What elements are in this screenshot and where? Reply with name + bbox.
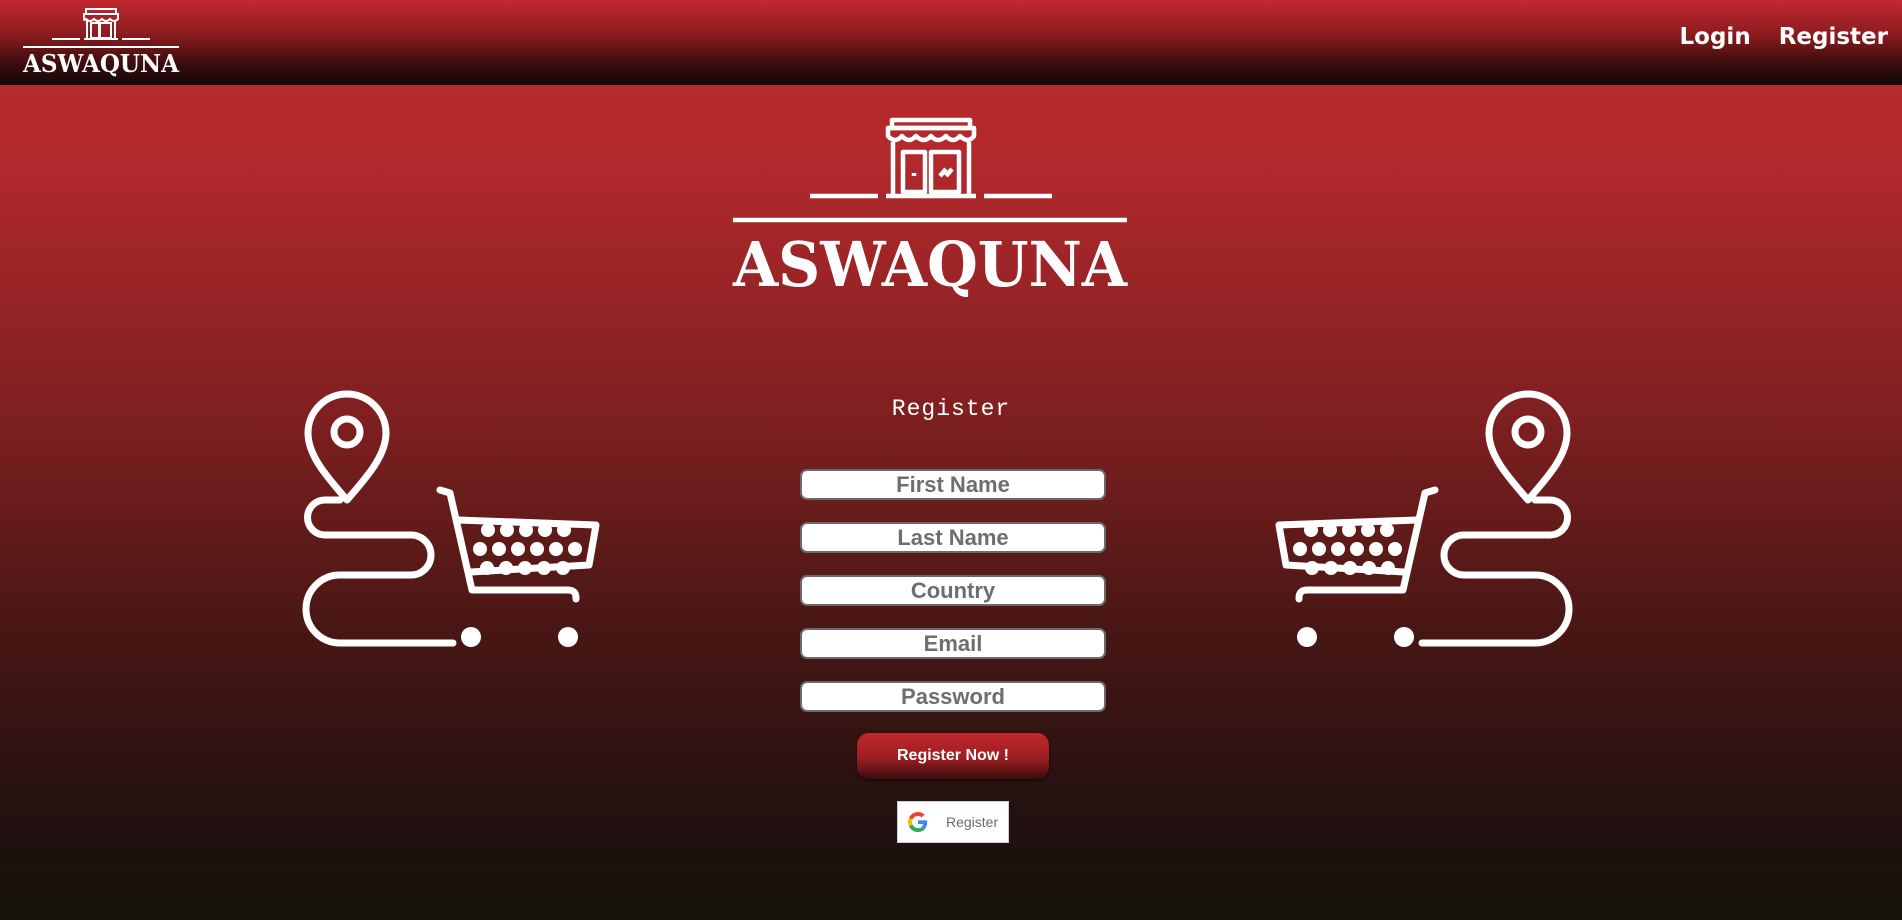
google-icon bbox=[908, 812, 928, 832]
last-name-input[interactable] bbox=[800, 522, 1106, 553]
storefront-icon bbox=[733, 117, 1127, 223]
location-cart-illustration-left bbox=[302, 390, 600, 647]
top-navbar: ASWAQUNA Login Register bbox=[0, 0, 1902, 85]
form-title: Register bbox=[891, 396, 1011, 422]
hero-logo: ASWAQUNA bbox=[732, 117, 1128, 301]
country-input[interactable] bbox=[800, 575, 1106, 606]
hero-logo-text: ASWAQUNA bbox=[732, 228, 1128, 301]
google-register-label: Register bbox=[946, 814, 999, 830]
email-input[interactable] bbox=[800, 628, 1106, 659]
storefront-icon bbox=[23, 8, 179, 48]
first-name-input[interactable] bbox=[800, 469, 1106, 500]
google-register-button[interactable]: Register bbox=[897, 801, 1009, 843]
location-cart-illustration-right bbox=[1275, 390, 1573, 647]
register-now-button[interactable]: Register Now ! bbox=[857, 733, 1049, 779]
nav-links: Login Register bbox=[1676, 24, 1892, 50]
password-input[interactable] bbox=[800, 681, 1106, 712]
location-pin-dot bbox=[330, 415, 364, 449]
nav-register-link[interactable]: Register bbox=[1775, 24, 1892, 50]
header-logo-text: ASWAQUNA bbox=[22, 49, 179, 78]
header-logo[interactable]: ASWAQUNA bbox=[20, 6, 182, 82]
route-line bbox=[302, 496, 457, 647]
nav-login-link[interactable]: Login bbox=[1676, 24, 1755, 50]
